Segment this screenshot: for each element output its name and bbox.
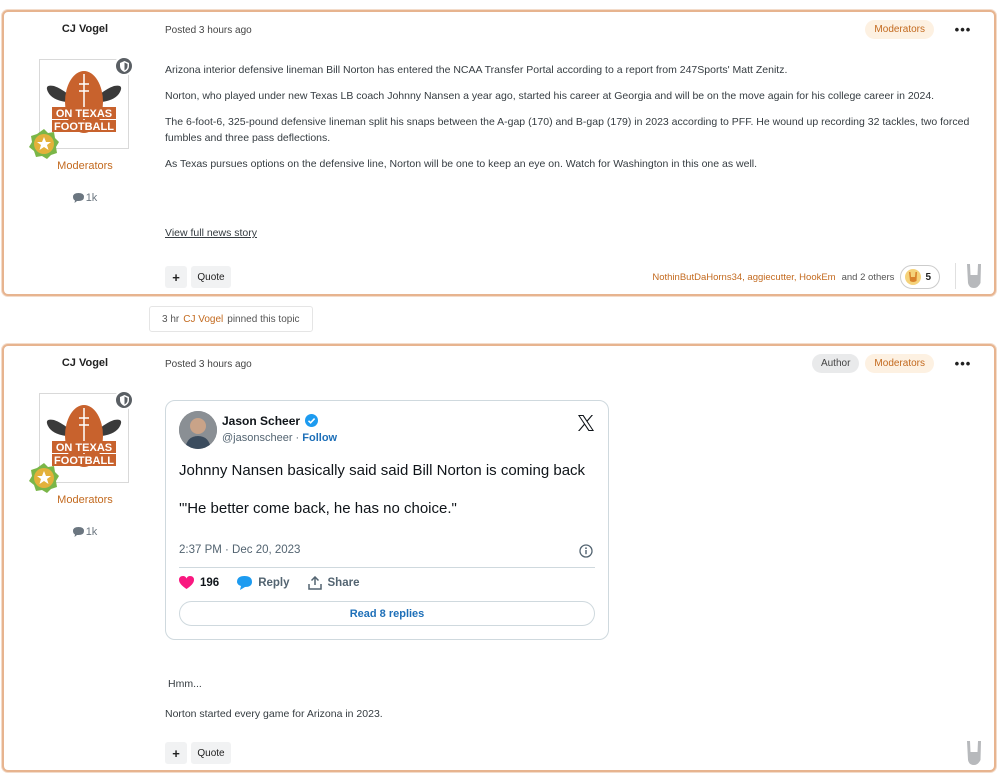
author-column: CJ Vogel ON TEXAS FOOTBALL Moderators 1k — [4, 346, 166, 770]
tweet-text-quote: '"He better come back, he has no choice.… — [179, 500, 457, 517]
paragraph: Norton, who played under new Texas LB co… — [165, 90, 935, 102]
rank-star-icon — [29, 463, 59, 493]
post-2: CJ Vogel ON TEXAS FOOTBALL Moderators 1k… — [2, 344, 996, 772]
reactions-summary: NothinButDaHorns34, aggiecutter, HookEm … — [652, 265, 940, 289]
user-group-label: Moderators — [57, 160, 113, 172]
tweet-text: Johnny Nansen basically said said Bill N… — [179, 461, 594, 537]
tweet-divider — [179, 567, 595, 568]
verified-icon — [305, 414, 319, 427]
paragraph: Hmm... — [168, 678, 202, 690]
post-1: CJ Vogel ON TEXAS FOOTBALL Moderators 1k… — [2, 10, 996, 296]
tweet-author-name[interactable]: Jason Scheer — [222, 414, 319, 428]
like-count: 196 — [200, 577, 220, 589]
read-replies-button[interactable]: Read 8 replies — [179, 601, 595, 626]
share-label: Share — [327, 577, 360, 589]
reactor-others[interactable]: and 2 others — [842, 272, 895, 283]
embedded-tweet[interactable]: Jason Scheer @jasonscheer · Follow Johnn… — [165, 400, 609, 640]
paragraph: Norton started every game for Arizona in… — [165, 708, 383, 720]
separator-dot: · — [295, 432, 300, 444]
rank-star-icon — [29, 129, 59, 159]
moderator-shield-icon — [114, 56, 134, 76]
divider — [955, 263, 956, 289]
share-action[interactable]: Share — [307, 576, 360, 590]
share-icon — [307, 576, 322, 590]
post-content: Arizona interior defensive lineman Bill … — [165, 62, 980, 182]
comment-icon — [72, 193, 84, 203]
moderators-badge: Moderators — [865, 354, 934, 373]
logo-line-2: FOOTBALL — [54, 121, 114, 133]
react-horns-icon[interactable] — [964, 740, 984, 766]
paragraph: As Texas pursues options on the defensiv… — [165, 158, 758, 170]
react-horns-icon[interactable] — [964, 263, 984, 289]
reply-bubble-icon — [237, 576, 253, 590]
avatar[interactable]: ON TEXAS FOOTBALL — [29, 56, 134, 159]
tweet-handle[interactable]: @jasonscheer — [222, 432, 292, 444]
info-icon[interactable] — [579, 544, 593, 558]
view-full-news-link[interactable]: View full news story — [165, 227, 257, 239]
reaction-count: 5 — [925, 271, 931, 283]
quote-button[interactable]: Quote — [191, 742, 231, 764]
tweet-handle-row: @jasonscheer · Follow — [222, 432, 337, 444]
logo-line-1: ON TEXAS — [56, 442, 112, 454]
author-name[interactable]: CJ Vogel — [4, 23, 166, 35]
pin-event-user[interactable]: CJ Vogel — [183, 314, 223, 325]
tweet-author-name-text: Jason Scheer — [222, 414, 301, 428]
avatar[interactable]: ON TEXAS FOOTBALL — [29, 390, 134, 493]
pin-event-action: pinned this topic — [227, 313, 300, 325]
post-actions: + Quote — [165, 266, 231, 288]
author-column: CJ Vogel ON TEXAS FOOTBALL Moderators 1k — [4, 12, 166, 294]
author-name[interactable]: CJ Vogel — [4, 357, 166, 369]
tweet-date[interactable]: 2:37 PM · Dec 20, 2023 — [179, 544, 300, 556]
pin-event: 3 hr CJ Vogel pinned this topic — [149, 306, 313, 332]
post-header-badges: Author Moderators ••• — [811, 354, 976, 373]
tweet-author-avatar[interactable] — [179, 411, 217, 449]
post-count-value: 1k — [85, 192, 98, 204]
quote-button[interactable]: Quote — [191, 266, 231, 288]
post-date[interactable]: Posted 3 hours ago — [165, 25, 252, 36]
logo-line-1: ON TEXAS — [56, 108, 112, 120]
hook-em-horns-icon — [905, 269, 922, 285]
reply-label: Reply — [258, 577, 290, 589]
post-actions: + Quote — [165, 742, 231, 764]
user-group-label: Moderators — [57, 494, 113, 506]
moderator-shield-icon — [114, 390, 134, 410]
tweet-text-line: Johnny Nansen basically said said Bill N… — [179, 462, 586, 479]
reactor-names[interactable]: NothinButDaHorns34, aggiecutter, HookEm — [652, 272, 835, 283]
post-count-value: 1k — [85, 526, 98, 538]
multiquote-button[interactable]: + — [165, 266, 187, 288]
reaction-count-pill[interactable]: 5 — [900, 265, 940, 289]
reply-action[interactable]: Reply — [237, 576, 290, 590]
x-logo-icon[interactable] — [576, 413, 596, 433]
heart-icon — [179, 576, 194, 589]
more-options-icon[interactable]: ••• — [950, 356, 976, 371]
tweet-actions: 196 Reply Share — [179, 576, 359, 590]
comment-icon — [72, 527, 84, 537]
author-badge: Author — [811, 354, 860, 373]
post-date[interactable]: Posted 3 hours ago — [165, 359, 252, 370]
follow-link[interactable]: Follow — [302, 432, 337, 444]
moderators-badge: Moderators — [865, 20, 934, 39]
more-options-icon[interactable]: ••• — [950, 22, 976, 37]
multiquote-button[interactable]: + — [165, 742, 187, 764]
post-count: 1k — [4, 526, 166, 538]
like-action[interactable]: 196 — [179, 576, 219, 590]
post-header-badges: Moderators ••• — [865, 20, 976, 39]
paragraph: Arizona interior defensive lineman Bill … — [165, 64, 788, 76]
post-count: 1k — [4, 192, 166, 204]
paragraph: The 6-foot-6, 325-pound defensive linema… — [165, 116, 970, 144]
pin-event-time[interactable]: 3 hr — [162, 314, 179, 325]
logo-line-2: FOOTBALL — [54, 455, 114, 467]
